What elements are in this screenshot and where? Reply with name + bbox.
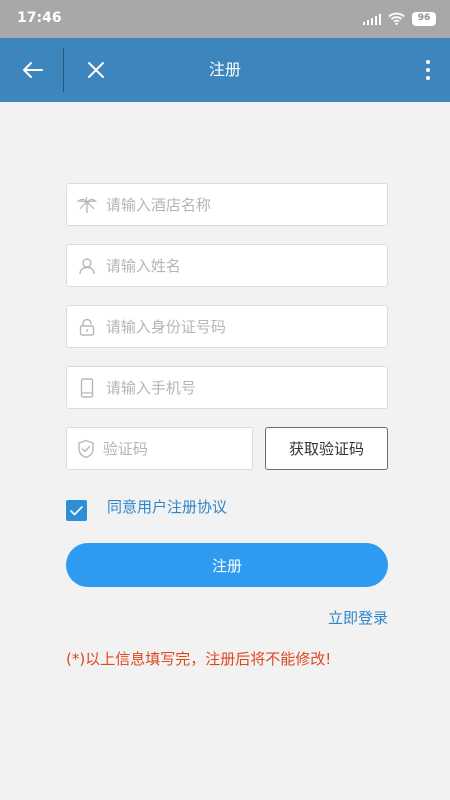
hotel-name-field-container [66,183,388,226]
notice-text: (*)以上信息填写完，注册后将不能修改! [66,650,332,668]
agreement-checkbox[interactable] [66,500,87,521]
back-arrow-icon [23,62,43,78]
page-title: 注册 [208,60,241,79]
id-number-input[interactable] [105,306,387,347]
more-vertical-icon [426,60,430,64]
check-icon [70,505,83,515]
status-bar: 17:46 96 [0,0,450,38]
phone-field-container [66,366,388,409]
close-button[interactable] [78,54,114,86]
id-number-field-container [66,305,388,348]
app-bar-divider [63,48,64,92]
phone-icon [67,367,106,408]
wifi-icon [388,10,405,29]
name-input[interactable] [105,245,387,286]
code-input[interactable] [102,428,252,469]
close-icon [88,62,104,78]
back-button[interactable] [14,54,50,86]
user-icon [67,245,106,286]
signal-icon [362,13,381,25]
phone-input[interactable] [105,367,387,408]
palm-tree-icon [67,184,106,225]
more-options-button[interactable] [420,54,436,86]
battery-icon: 96 [412,12,436,26]
app-bar: 注册 [0,38,450,102]
register-button[interactable]: 注册 [66,543,388,587]
lock-icon [67,306,106,347]
hotel-name-input[interactable] [105,184,387,225]
login-link[interactable]: 立即登录 [328,607,388,628]
get-code-button[interactable]: 获取验证码 [265,427,388,470]
name-field-container [66,244,388,287]
shield-check-icon [67,428,103,469]
code-field-container [66,427,253,470]
agreement-link[interactable]: 同意用户注册协议 [107,496,227,517]
status-icons: 96 [362,10,436,29]
status-time: 17:46 [17,10,62,26]
